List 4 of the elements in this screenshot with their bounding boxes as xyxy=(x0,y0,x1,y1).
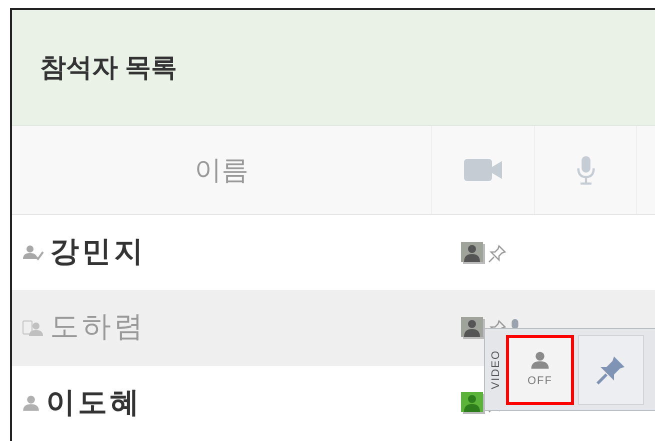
panel-title: 참석자 목록 xyxy=(40,50,178,84)
participant-name: 도하렴 xyxy=(50,310,146,346)
participant-name: 강민지 xyxy=(50,234,146,270)
participant-name: 이도혜 xyxy=(46,386,142,421)
